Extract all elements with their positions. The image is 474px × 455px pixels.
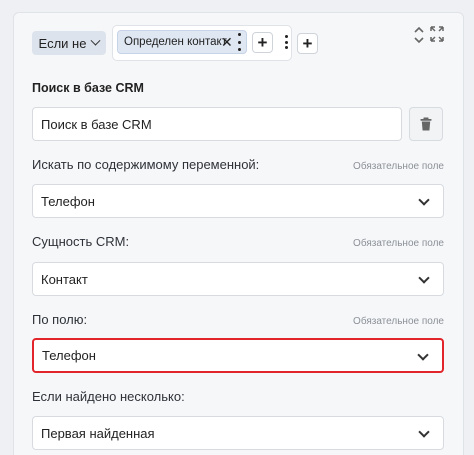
required-note: Обязательное поле [353, 238, 444, 249]
trash-icon [420, 117, 432, 131]
block-name-input[interactable]: Поиск в базе CRM [32, 107, 402, 141]
multiple-found-select[interactable]: Первая найденная [32, 416, 444, 450]
condition-chip-label: Определен контакт [124, 36, 227, 48]
by-field-value: Телефон [42, 348, 96, 363]
add-condition-button[interactable]: + [252, 32, 273, 53]
condition-operator-dropdown[interactable]: Если не [32, 31, 106, 55]
chevron-down-icon [418, 272, 430, 284]
reorder-arrows-icon[interactable] [412, 26, 426, 45]
more-vertical-icon[interactable] [284, 35, 288, 49]
required-note: Обязательное поле [353, 316, 444, 327]
field-label-multiple-found: Если найдено несколько: [32, 389, 185, 404]
search-variable-select[interactable]: Телефон [32, 184, 444, 218]
crm-entity-select[interactable]: Контакт [32, 262, 444, 296]
more-vertical-icon[interactable] [237, 33, 241, 51]
multiple-found-value: Первая найденная [41, 425, 155, 441]
block-name-value: Поиск в базе CRM [41, 116, 152, 132]
close-icon[interactable]: ✕ [221, 34, 233, 50]
add-condition-group-button[interactable]: + [297, 33, 318, 54]
crm-entity-value: Контакт [41, 271, 88, 287]
field-label-by-field: По полю: [32, 312, 88, 327]
field-label-search-variable: Искать по содержимому переменной: [32, 157, 260, 172]
expand-icon[interactable] [430, 26, 444, 42]
block-title: Поиск в базе CRM [32, 81, 144, 95]
chevron-down-icon [418, 194, 430, 206]
search-variable-value: Телефон [41, 193, 95, 209]
chevron-down-icon [91, 35, 101, 46]
field-label-crm-entity: Сущность CRM: [32, 234, 130, 249]
by-field-select[interactable]: Телефон [32, 338, 444, 373]
delete-block-button[interactable] [409, 107, 443, 141]
chevron-down-icon [418, 426, 430, 438]
condition-operator-label: Если не [38, 35, 87, 51]
chevron-down-icon [417, 349, 429, 361]
required-note: Обязательное поле [353, 161, 444, 172]
